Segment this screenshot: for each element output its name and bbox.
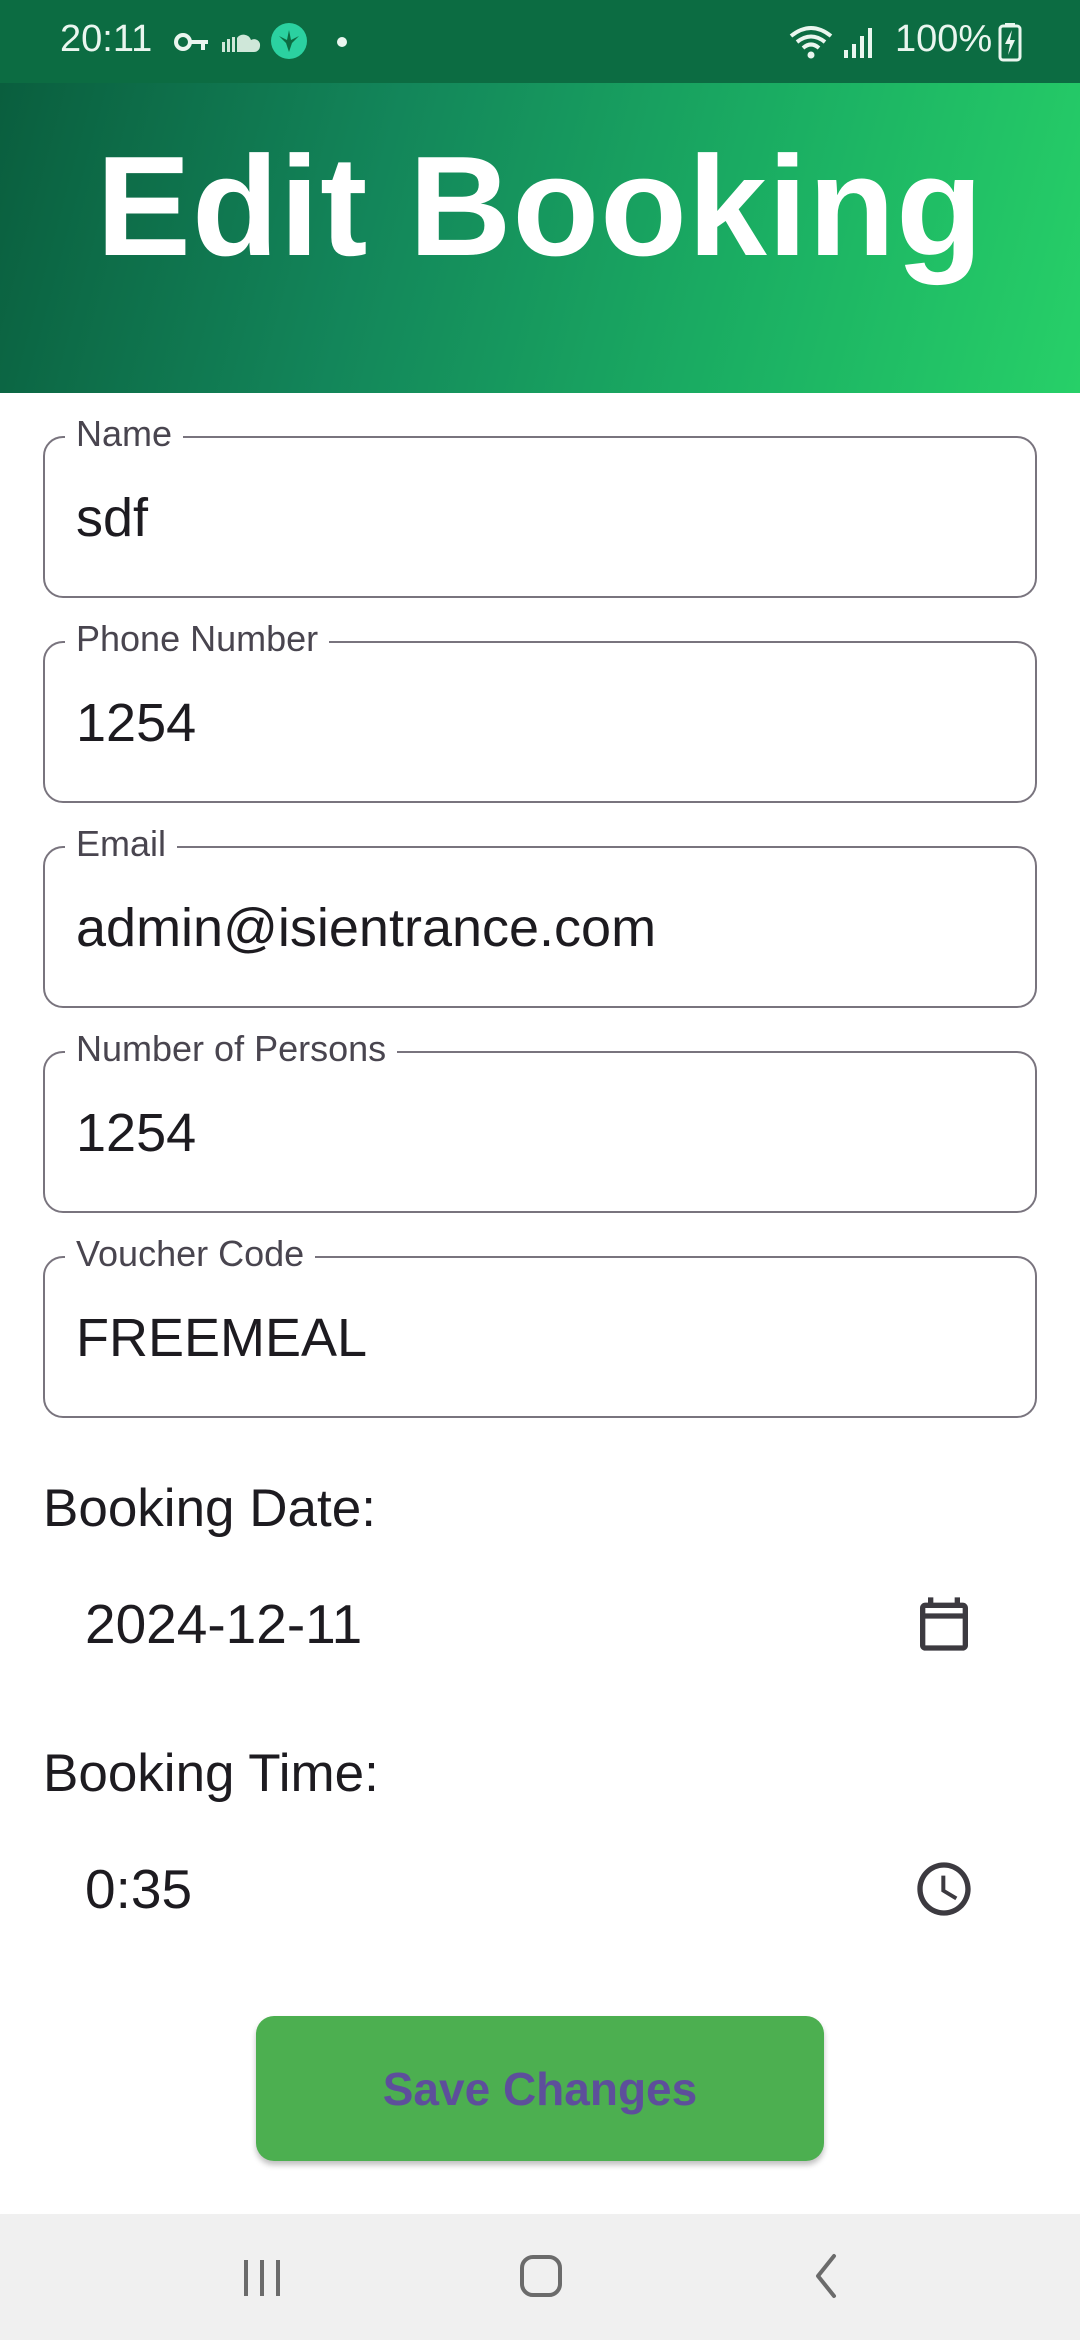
- save-changes-button[interactable]: Save Changes: [256, 2016, 824, 2161]
- key-icon: [174, 33, 208, 51]
- name-field-value[interactable]: sdf: [76, 486, 148, 550]
- booking-time-label: Booking Time:: [43, 1744, 379, 1803]
- phone-number-field-value[interactable]: 1254: [76, 691, 196, 755]
- number-of-persons-field-label: Number of Persons: [65, 1027, 398, 1071]
- status-time: 20:11: [60, 18, 153, 60]
- email-field-value[interactable]: admin@isientrance.com: [76, 896, 656, 960]
- booking-time-value[interactable]: 0:35: [85, 1857, 192, 1921]
- battery-percentage: 100%: [895, 18, 993, 60]
- home-icon[interactable]: [518, 2240, 566, 2304]
- name-field[interactable]: Name sdf: [43, 412, 1037, 598]
- phone-number-field-label: Phone Number: [65, 617, 330, 661]
- email-field-label: Email: [65, 822, 178, 866]
- page-title: Edit Booking: [96, 127, 984, 286]
- signal-icon: [844, 28, 872, 58]
- app-notification-icon: [271, 23, 307, 59]
- number-of-persons-field-value[interactable]: 1254: [76, 1101, 196, 1165]
- clock-icon[interactable]: [912, 1857, 976, 1921]
- dot-icon: [337, 37, 347, 47]
- status-bar: 20:11 100%: [0, 0, 1080, 83]
- app-header: Edit Booking: [0, 83, 1080, 393]
- email-field[interactable]: Email admin@isientrance.com: [43, 822, 1037, 1008]
- battery-charging-icon: [998, 23, 1022, 62]
- phone-number-field[interactable]: Phone Number 1254: [43, 617, 1037, 803]
- voucher-code-field[interactable]: Voucher Code FREEMEAL: [43, 1232, 1037, 1418]
- voucher-code-field-label: Voucher Code: [65, 1232, 316, 1276]
- voucher-code-field-value[interactable]: FREEMEAL: [76, 1306, 367, 1370]
- booking-date-label: Booking Date:: [43, 1479, 376, 1538]
- wifi-icon: [789, 26, 833, 59]
- number-of-persons-field[interactable]: Number of Persons 1254: [43, 1027, 1037, 1213]
- back-icon[interactable]: [806, 2240, 846, 2304]
- save-changes-button-label: Save Changes: [382, 2062, 698, 2115]
- cloud-icon: [222, 34, 261, 52]
- name-field-label: Name: [65, 412, 184, 456]
- system-navigation-bar: [0, 2214, 1080, 2340]
- calendar-icon[interactable]: [912, 1592, 976, 1656]
- booking-date-value[interactable]: 2024-12-11: [85, 1592, 362, 1656]
- recent-apps-icon[interactable]: [240, 2240, 284, 2304]
